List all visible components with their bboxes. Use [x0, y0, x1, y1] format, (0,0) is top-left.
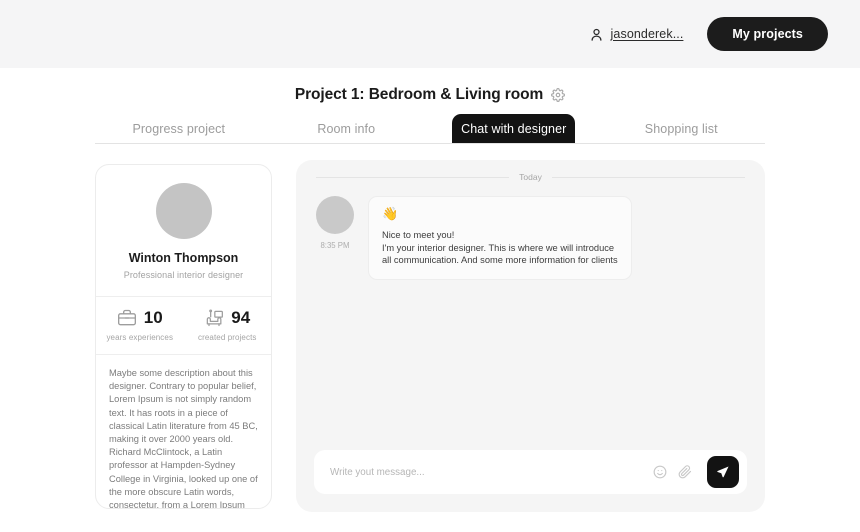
- day-line-right: [551, 176, 745, 178]
- stat-years-label: years experiences: [106, 333, 174, 342]
- day-divider: Today: [296, 160, 765, 182]
- tab-slot-0: Progress project: [95, 115, 263, 143]
- chat-message: 8:35 PM 👋 Nice to meet you! I'm your int…: [296, 182, 765, 280]
- stat-created-projects: 94 created projects: [184, 308, 272, 342]
- designer-avatar: [155, 183, 212, 239]
- emoji-smiley-icon[interactable]: [653, 465, 667, 479]
- tab-slot-2: Chat with designer: [430, 114, 598, 143]
- my-projects-button[interactable]: My projects: [707, 17, 828, 51]
- tab-chat-with-designer[interactable]: Chat with designer: [452, 114, 576, 143]
- tab-shopping-list[interactable]: Shopping list: [598, 114, 766, 143]
- message-composer: [314, 450, 747, 494]
- tab-bar: Progress project Room info Chat with des…: [95, 114, 766, 144]
- message-input[interactable]: [330, 450, 653, 494]
- send-button[interactable]: [707, 456, 739, 488]
- message-time: 8:35 PM: [320, 241, 350, 250]
- send-paper-plane-icon: [716, 465, 730, 479]
- gear-icon[interactable]: [551, 88, 566, 102]
- designer-description: Maybe some description about this design…: [109, 368, 258, 509]
- stat-years-value: 10: [143, 308, 163, 327]
- stat-projects-value: 94: [231, 308, 251, 327]
- stat-projects-label: created projects: [197, 333, 257, 342]
- tab-slot-3: Shopping list: [598, 115, 766, 143]
- message-line-3: all communication. And some more informa…: [382, 255, 618, 266]
- message-sender: 8:35 PM: [314, 196, 356, 280]
- chat-panel: Today 8:35 PM 👋 Nice to meet you! I'm yo…: [296, 160, 765, 512]
- tab-slot-1: Room info: [263, 115, 431, 143]
- designer-card: Winton Thompson Professional interior de…: [95, 164, 272, 509]
- tab-progress-project[interactable]: Progress project: [95, 114, 263, 143]
- message-bubble: 👋 Nice to meet you! I'm your interior de…: [368, 196, 632, 280]
- designer-role: Professional interior designer: [123, 270, 244, 280]
- designer-name: Winton Thompson: [128, 251, 239, 265]
- day-label: Today: [519, 172, 542, 182]
- stat-years-experiences: 10 years experiences: [96, 308, 184, 342]
- account-name[interactable]: jasonderek...: [611, 27, 684, 41]
- tab-room-info[interactable]: Room info: [263, 114, 431, 143]
- top-header: jasonderek... My projects: [0, 0, 860, 68]
- message-avatar: [316, 196, 354, 234]
- message-line-1: Nice to meet you!: [382, 230, 455, 240]
- briefcase-icon: [117, 308, 137, 328]
- account-link[interactable]: jasonderek...: [589, 27, 684, 42]
- waving-hand-icon: 👋: [382, 206, 399, 221]
- project-title-row: Project 1: Bedroom & Living room: [0, 86, 860, 104]
- composer-actions: [653, 456, 739, 488]
- paperclip-icon[interactable]: [678, 465, 692, 479]
- user-icon: [589, 27, 604, 42]
- designer-stats: 10 years experiences 94 created projects: [96, 297, 271, 355]
- message-line-2: I'm your interior designer. This is wher…: [382, 242, 615, 253]
- stat-projects-top: 94: [184, 308, 272, 328]
- stat-years-top: 10: [96, 308, 184, 328]
- sofa-icon: [204, 308, 224, 328]
- page-title: Project 1: Bedroom & Living room: [294, 86, 544, 103]
- day-line-left: [316, 176, 510, 178]
- designer-profile: Winton Thompson Professional interior de…: [96, 165, 271, 297]
